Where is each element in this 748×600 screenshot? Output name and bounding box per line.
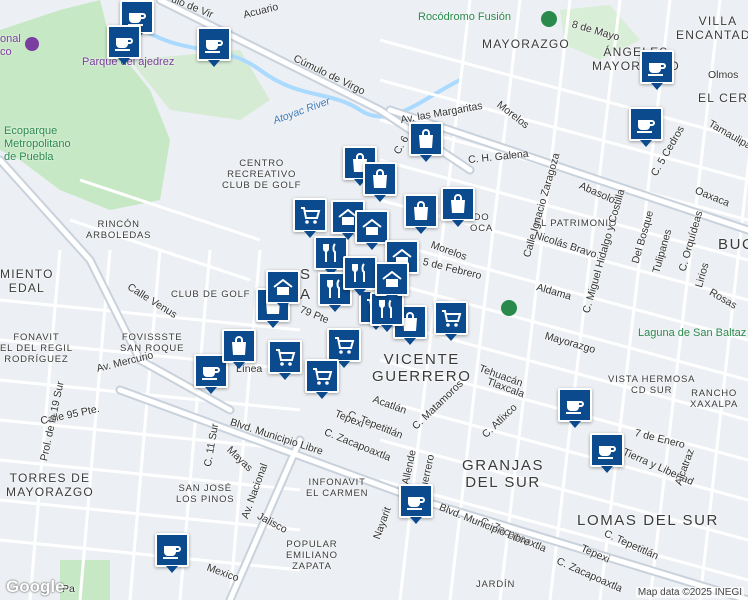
shopping-bag-marker[interactable] xyxy=(404,194,438,234)
shopping-cart-marker[interactable] xyxy=(327,328,361,368)
shopping-bag-marker[interactable] xyxy=(409,122,443,162)
map-attribution[interactable]: Map data ©2025 INEGI xyxy=(635,587,744,598)
shopping-bag-icon xyxy=(232,336,246,355)
museum-icon xyxy=(25,37,39,51)
shopping-bag-icon xyxy=(373,169,387,188)
coffee-marker[interactable] xyxy=(640,50,674,90)
hotel-icon xyxy=(273,278,293,295)
coffee-marker[interactable] xyxy=(590,433,624,473)
hotel-icon xyxy=(382,270,402,287)
restaurant-marker[interactable] xyxy=(343,256,377,296)
coffee-icon xyxy=(598,446,616,459)
shopping-cart-icon xyxy=(335,337,355,354)
coffee-icon xyxy=(407,497,425,510)
shopping-bag-marker[interactable] xyxy=(441,187,475,227)
shopping-cart-icon xyxy=(301,207,321,224)
shopping-cart-marker[interactable] xyxy=(268,340,302,380)
laguna-pin xyxy=(501,300,517,316)
shopping-cart-marker[interactable] xyxy=(305,359,339,399)
coffee-icon xyxy=(566,401,584,414)
shopping-bag-icon xyxy=(451,194,465,213)
hotel-marker[interactable] xyxy=(355,210,389,250)
coffee-marker[interactable] xyxy=(558,388,592,428)
coffee-icon xyxy=(115,38,133,51)
fork-knife-icon xyxy=(323,243,336,262)
small-park xyxy=(60,560,110,600)
coffee-marker[interactable] xyxy=(197,27,231,67)
shopping-cart-icon xyxy=(276,349,296,366)
coffee-marker[interactable] xyxy=(107,25,141,65)
coffee-marker[interactable] xyxy=(399,484,433,524)
shopping-cart-marker[interactable] xyxy=(434,301,468,341)
shopping-bag-icon xyxy=(414,201,428,220)
google-logo: Google xyxy=(6,577,65,596)
coffee-marker[interactable] xyxy=(155,533,189,573)
coffee-icon xyxy=(202,367,220,380)
rocodromo-pin xyxy=(541,11,557,27)
shopping-bag-marker[interactable] xyxy=(222,329,256,369)
coffee-marker[interactable] xyxy=(629,107,663,147)
shopping-cart-marker[interactable] xyxy=(293,198,327,238)
fork-knife-icon xyxy=(352,263,365,282)
hotel-marker[interactable] xyxy=(375,262,409,302)
coffee-icon xyxy=(205,40,223,53)
hotel-marker[interactable] xyxy=(266,270,300,310)
coffee-icon xyxy=(163,546,181,559)
shopping-cart-icon xyxy=(313,368,333,385)
coffee-icon xyxy=(637,120,655,133)
shopping-cart-icon xyxy=(442,310,462,327)
hotel-icon xyxy=(362,218,382,235)
shopping-bag-icon xyxy=(419,129,433,148)
coffee-icon xyxy=(648,63,666,76)
shopping-bag-marker[interactable] xyxy=(363,162,397,202)
